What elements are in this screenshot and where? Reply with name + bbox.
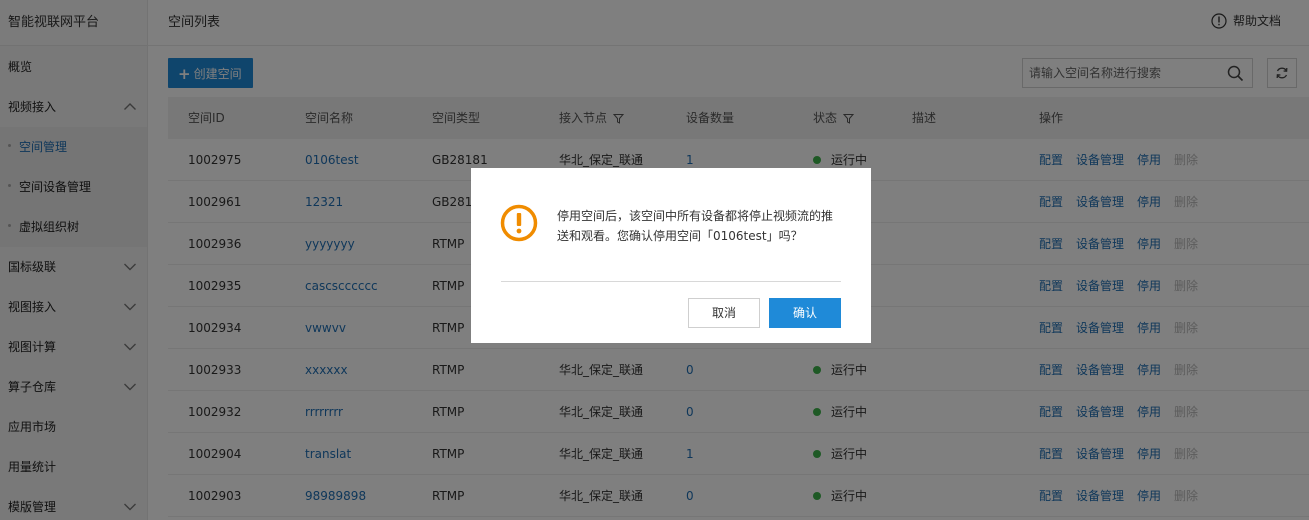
dialog-message-line1: 停用空间后，该空间中所有设备都将停止视频流的推 [557, 209, 834, 223]
confirm-dialog: 停用空间后，该空间中所有设备都将停止视频流的推 送和观看。您确认停用空间「010… [471, 168, 871, 343]
cancel-button[interactable]: 取消 [688, 298, 760, 328]
warning-icon [500, 204, 538, 242]
dialog-message: 停用空间后，该空间中所有设备都将停止视频流的推 送和观看。您确认停用空间「010… [557, 206, 847, 246]
dialog-divider [501, 281, 841, 282]
confirm-button[interactable]: 确认 [769, 298, 841, 328]
dialog-message-line2: 送和观看。您确认停用空间「0106test」吗？ [557, 229, 803, 243]
